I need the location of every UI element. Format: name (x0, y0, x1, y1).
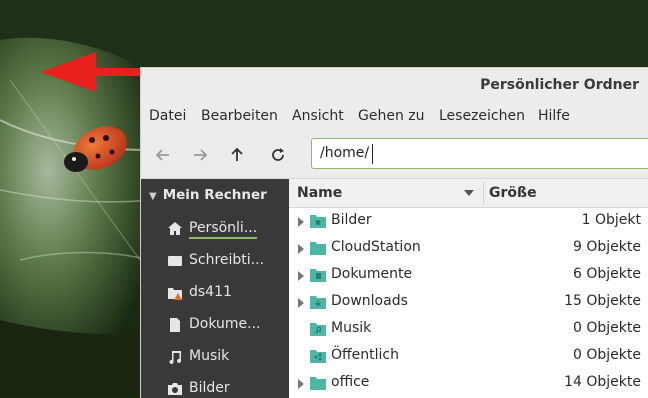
menu-gehen-zu[interactable]: Gehen zu (358, 108, 425, 124)
sidebar-item-documents[interactable]: Dokume... (167, 313, 285, 339)
document-icon (170, 318, 180, 332)
list-item[interactable]: Bilder 1 Objekt (289, 208, 648, 235)
sidebar-item-music[interactable]: Musik (167, 345, 285, 371)
forward-button[interactable] (188, 144, 212, 166)
menu-datei[interactable]: Datei (149, 108, 186, 124)
music-icon (169, 351, 181, 364)
list-item[interactable]: office 14 Objekte (289, 370, 648, 397)
file-size: 6 Objekte (573, 266, 641, 282)
column-size-header[interactable]: Größe (489, 185, 537, 201)
sidebar-section-header[interactable]: ▼ Mein Rechner (149, 187, 281, 203)
sidebar-item-label: ds411 (189, 284, 232, 300)
sidebar-item-ds411[interactable]: ds411 (167, 281, 285, 307)
folder-pictures-icon (310, 215, 326, 228)
file-name: Öffentlich (331, 347, 399, 363)
menu-bearbeiten[interactable]: Bearbeiten (201, 108, 278, 124)
arrow-left-icon (155, 149, 169, 161)
arrow-up-icon (231, 147, 243, 161)
window-title: Persönlicher Ordner (480, 77, 639, 93)
arrow-right-icon (194, 149, 208, 161)
back-button[interactable] (151, 144, 175, 166)
titlebar[interactable]: Persönlicher Ordner (141, 68, 648, 102)
column-separator[interactable] (483, 182, 484, 204)
file-list: Name Größe Bilder 1 Objekt CloudStation … (289, 179, 648, 398)
folder-icon (310, 377, 326, 390)
folder-music-icon (310, 323, 326, 336)
location-text: /home/ (320, 145, 370, 161)
menu-hilfe[interactable]: Hilfe (538, 108, 570, 124)
list-item[interactable]: CloudStation 9 Objekte (289, 235, 648, 262)
file-size: 9 Objekte (573, 239, 641, 255)
toolbar: /home/ (141, 132, 648, 179)
menu-lesezeichen[interactable]: Lesezeichen (439, 108, 525, 124)
sidebar-item-label: Musik (189, 348, 230, 364)
expander-icon[interactable] (298, 217, 304, 227)
folder-icon (310, 242, 326, 255)
list-item[interactable]: Öffentlich 0 Objekte (289, 343, 648, 370)
home-icon (168, 222, 182, 235)
file-size: 1 Objekt (581, 212, 641, 228)
sort-descending-icon[interactable] (464, 190, 474, 196)
reload-button[interactable] (266, 144, 290, 166)
camera-icon (168, 383, 182, 395)
folder-download-icon (310, 296, 326, 309)
sidebar-item-label: Persönli... (189, 220, 258, 239)
text-caret (372, 144, 373, 164)
file-size: 0 Objekte (573, 320, 641, 336)
file-size: 15 Objekte (564, 293, 641, 309)
sidebar-item-label: Dokume... (189, 316, 261, 332)
list-item[interactable]: Musik 0 Objekte (289, 316, 648, 343)
expander-icon[interactable] (298, 379, 304, 389)
file-name: Bilder (331, 212, 372, 228)
menubar: Datei Bearbeiten Ansicht Gehen zu Leseze… (141, 102, 648, 132)
file-name: office (331, 374, 370, 390)
file-size: 14 Objekte (564, 374, 641, 390)
list-header: Name Größe (289, 179, 648, 208)
column-name-header[interactable]: Name (297, 185, 342, 201)
file-name: Dokumente (331, 266, 413, 282)
expander-icon[interactable] (298, 244, 304, 254)
file-name: Downloads (331, 293, 408, 309)
desktop-icon (168, 256, 182, 266)
sidebar-item-label: Schreibti... (189, 252, 265, 268)
file-name: Musik (331, 320, 372, 336)
expander-icon[interactable] (298, 298, 304, 308)
location-input[interactable]: /home/ (311, 138, 648, 169)
sidebar: ▼ Mein Rechner Persönli... Schreibti... d… (141, 179, 289, 398)
file-manager-window: Persönlicher Ordner Datei Bearbeiten Ans… (140, 67, 648, 398)
folder-warning-icon (168, 288, 182, 300)
list-item[interactable]: Dokumente 6 Objekte (289, 262, 648, 289)
sidebar-item-label: Bilder (189, 380, 230, 396)
reload-icon (272, 148, 284, 161)
expander-icon[interactable] (298, 271, 304, 281)
file-size: 0 Objekte (573, 347, 641, 363)
file-name: CloudStation (331, 239, 421, 255)
sidebar-item-home[interactable]: Persönli... (167, 217, 285, 243)
sidebar-header-label: Mein Rechner (162, 187, 267, 203)
up-button[interactable] (225, 144, 249, 166)
folder-public-icon (310, 350, 326, 363)
sidebar-item-pictures[interactable]: Bilder (167, 377, 285, 398)
folder-documents-icon (310, 269, 326, 282)
sidebar-item-desktop[interactable]: Schreibti... (167, 249, 285, 275)
menu-ansicht[interactable]: Ansicht (292, 108, 344, 124)
list-item[interactable]: Downloads 15 Objekte (289, 289, 648, 316)
